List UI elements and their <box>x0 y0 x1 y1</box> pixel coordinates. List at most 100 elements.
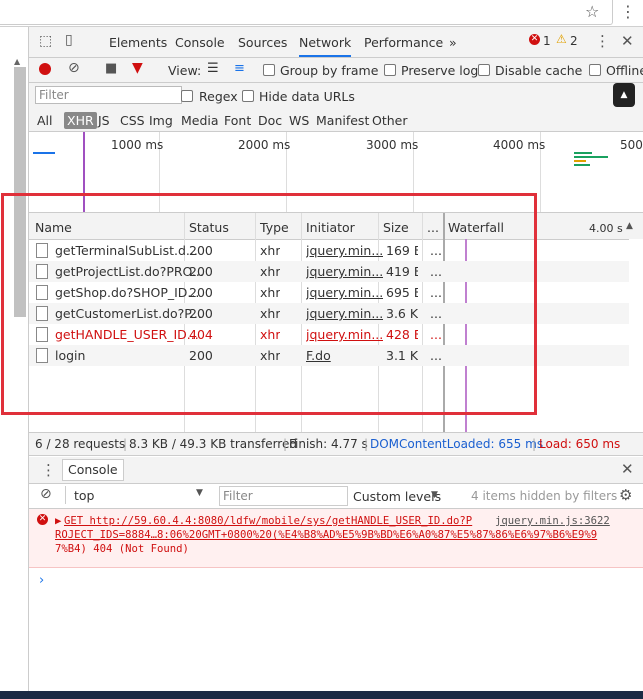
error-message-line: 7%B4) 404 (Not Found) <box>55 543 189 555</box>
view-label: View: <box>168 63 202 78</box>
bookmark-star-icon[interactable]: ☆ <box>585 2 599 21</box>
extension-avatar-icon: ▲ <box>613 83 635 107</box>
error-count[interactable]: 1 <box>543 34 551 48</box>
error-icon[interactable]: ✕ <box>529 34 540 45</box>
overview-bar <box>574 156 608 158</box>
expand-arrow-icon[interactable]: ▶ <box>55 515 61 527</box>
tab-performance[interactable]: Performance <box>364 35 443 50</box>
hide-data-urls-label: Hide data URLs <box>259 89 355 104</box>
overview-tick-label: 1000 ms <box>111 138 164 152</box>
address-bar[interactable] <box>0 0 613 25</box>
offline-label: Offline <box>606 63 643 78</box>
summary-separator: | <box>283 437 288 451</box>
device-toolbar-icon[interactable]: ▯ <box>65 32 73 48</box>
devtools-menu-icon[interactable]: ⋮ <box>595 32 610 50</box>
overview-tick-label: 3000 ms <box>366 138 419 152</box>
os-taskbar <box>0 691 643 699</box>
overview-tick-label: 4000 ms <box>493 138 546 152</box>
console-error-message: ✕ ▶ GET http://59.60.4.4:8080/ldfw/mobil… <box>29 509 643 568</box>
highlight-annotation-box <box>1 193 537 415</box>
chevron-down-icon: ▼ <box>431 490 438 500</box>
domcontentloaded-time: DOMContentLoaded: 655 ms <box>370 437 544 451</box>
tab-sources[interactable]: Sources <box>238 35 287 50</box>
type-filter-ws[interactable]: WS <box>289 113 309 128</box>
log-levels-dropdown[interactable]: Custom levels <box>353 489 441 504</box>
type-filter-all[interactable]: All <box>37 113 53 128</box>
summary-separator: | <box>364 437 369 451</box>
request-count: 6 / 28 requests <box>35 437 126 451</box>
context-selector[interactable]: top ▼ <box>65 486 210 504</box>
preserve-log-checkbox[interactable] <box>384 64 396 76</box>
record-icon[interactable] <box>39 63 51 75</box>
console-toolbar: ⊘ top ▼ Filter Custom levels ▼ 4 items h… <box>29 484 643 509</box>
close-drawer-icon[interactable]: ✕ <box>621 460 634 478</box>
sort-arrow-icon[interactable]: ▲ <box>626 221 633 231</box>
type-filter-other[interactable]: Other <box>372 113 408 128</box>
resource-type-filters: All XHR JS CSS Img Media Font Doc WS Man… <box>29 107 643 132</box>
drawer-menu-icon[interactable]: ⋮ <box>41 461 56 479</box>
regex-checkbox[interactable] <box>181 90 193 102</box>
tab-elements[interactable]: Elements <box>109 35 167 50</box>
overview-bar <box>33 152 55 154</box>
type-filter-manifest[interactable]: Manifest <box>316 113 369 128</box>
overview-tick-label: 500 <box>620 138 643 152</box>
error-message-line: ROJECT_IDS=8884…8:06%20GMT+0800%20(%E4%B… <box>55 529 598 541</box>
network-toolbar: ⊘ ■ ▼ View: ☰ ≡ Group by frame Preserve … <box>29 58 643 83</box>
type-filter-doc[interactable]: Doc <box>258 113 282 128</box>
waterfall-view-icon[interactable]: ≡ <box>234 61 245 76</box>
type-filter-css[interactable]: CSS <box>120 113 145 128</box>
scroll-up-arrow-icon[interactable]: ▲ <box>14 57 20 66</box>
group-by-frame-checkbox[interactable] <box>263 64 275 76</box>
load-time: Load: 650 ms <box>539 437 621 451</box>
filter-row: Filter Regex Hide data URLs ▲ <box>29 83 643 107</box>
overview-bar <box>574 164 590 166</box>
console-drawer-header: ⋮ Console ✕ <box>29 457 643 484</box>
type-filter-img[interactable]: Img <box>149 113 173 128</box>
hidden-items-count: 4 items hidden by filters <box>471 489 618 503</box>
clear-console-icon[interactable]: ⊘ <box>40 486 52 502</box>
clear-icon[interactable]: ⊘ <box>68 60 80 76</box>
tab-network[interactable]: Network <box>299 35 352 57</box>
more-tabs-icon[interactable]: » <box>449 35 457 50</box>
error-source-link[interactable]: jquery.min.js:3622 <box>495 515 610 527</box>
type-filter-media[interactable]: Media <box>181 113 219 128</box>
type-filter-js[interactable]: JS <box>98 113 110 128</box>
warning-count[interactable]: 2 <box>570 34 578 48</box>
preserve-log-label: Preserve log <box>401 63 479 78</box>
summary-separator: | <box>123 437 128 451</box>
waterfall-time-label: 4.00 s <box>589 222 623 235</box>
network-filter-input[interactable]: Filter <box>35 86 182 104</box>
drawer-tab-console[interactable]: Console <box>62 459 124 481</box>
tab-console[interactable]: Console <box>175 35 225 50</box>
network-summary-bar: 6 / 28 requests | 8.3 KB / 49.3 KB trans… <box>29 432 643 456</box>
chevron-down-icon: ▼ <box>196 488 203 498</box>
error-message-line[interactable]: GET http://59.60.4.4:8080/ldfw/mobile/sy… <box>64 515 472 527</box>
filter-icon[interactable]: ▼ <box>132 60 143 76</box>
type-filter-xhr[interactable]: XHR <box>64 112 97 129</box>
disable-cache-checkbox[interactable] <box>478 64 490 76</box>
finish-time: Finish: 4.77 s <box>289 437 368 451</box>
overview-bar <box>574 160 586 162</box>
devtools-tabbar: ⬚ ▯ Elements Console Sources Network Per… <box>29 27 643 58</box>
browser-menu-icon[interactable]: ⋮ <box>620 2 636 21</box>
inspect-element-icon[interactable]: ⬚ <box>39 33 52 49</box>
context-value: top <box>74 488 95 503</box>
warning-icon[interactable]: ⚠ <box>556 32 567 46</box>
regex-label: Regex <box>199 89 238 104</box>
transferred-size: 8.3 KB / 49.3 KB transferred <box>129 437 297 451</box>
hide-data-urls-checkbox[interactable] <box>242 90 254 102</box>
console-filter-input[interactable]: Filter <box>219 486 348 506</box>
capture-screenshots-icon[interactable]: ■ <box>105 61 117 76</box>
console-prompt-icon[interactable]: › <box>39 573 44 588</box>
type-filter-font[interactable]: Font <box>224 113 251 128</box>
table-scrollbar[interactable] <box>629 239 643 441</box>
overview-tick-label: 2000 ms <box>238 138 291 152</box>
close-devtools-icon[interactable]: ✕ <box>621 32 634 50</box>
group-by-frame-label: Group by frame <box>280 63 379 78</box>
disable-cache-label: Disable cache <box>495 63 583 78</box>
error-icon: ✕ <box>37 514 48 525</box>
overview-bar <box>574 152 592 154</box>
offline-checkbox[interactable] <box>589 64 601 76</box>
console-settings-gear-icon[interactable]: ⚙ <box>619 486 632 504</box>
large-rows-icon[interactable]: ☰ <box>207 61 219 76</box>
